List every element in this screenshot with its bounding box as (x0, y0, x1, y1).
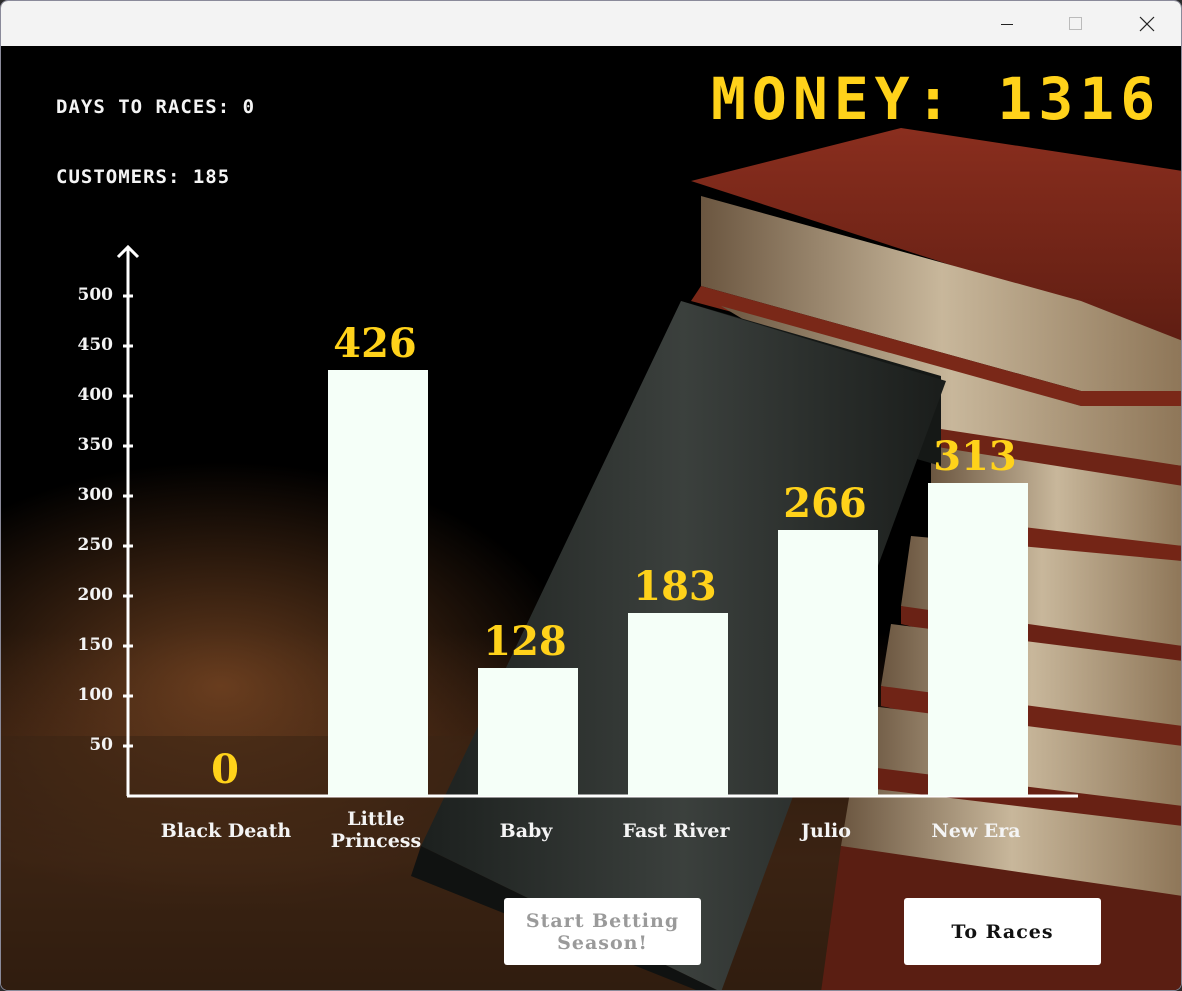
bar-value-label: 426 (333, 320, 417, 367)
title-bar (1, 1, 1181, 46)
bar-category-label: Julio (801, 820, 851, 842)
bar (778, 530, 878, 796)
bar-category-label: New Era (931, 820, 1021, 842)
game-window: DAYS TO RACES: 0 CUSTOMERS: 185 MONEY: 1… (0, 0, 1182, 991)
bar (628, 613, 728, 796)
bar-value-label: 183 (633, 563, 717, 610)
bar (478, 668, 578, 796)
bar-value-label: 266 (783, 480, 867, 527)
bar-category-label: Little Princess (330, 808, 422, 852)
close-button[interactable] (1117, 1, 1177, 46)
bar (328, 370, 428, 796)
y-tick-label: 150 (77, 635, 114, 655)
maximize-button[interactable] (1045, 1, 1105, 46)
y-tick-label: 250 (77, 535, 114, 555)
game-canvas: DAYS TO RACES: 0 CUSTOMERS: 185 MONEY: 1… (1, 46, 1181, 990)
bar-value-label: 0 (211, 746, 239, 793)
minimize-button[interactable] (977, 1, 1037, 46)
y-tick-label: 400 (77, 385, 114, 405)
bar-category-label: Baby (499, 820, 553, 842)
to-races-button[interactable]: To Races (904, 898, 1101, 965)
bar-category-label: Black Death (160, 820, 292, 842)
maximize-icon (1069, 16, 1082, 30)
minimize-icon (1001, 23, 1013, 25)
bar-value-label: 313 (933, 433, 1017, 480)
bar-value-label: 128 (483, 618, 567, 665)
bar-category-label: Fast River (622, 820, 730, 842)
y-tick-label: 450 (77, 335, 114, 355)
bar (928, 483, 1028, 796)
bar-chart (116, 244, 1078, 798)
y-tick-label: 350 (77, 435, 114, 455)
start-betting-season-button[interactable]: Start Betting Season! (504, 898, 701, 965)
y-tick-label: 100 (77, 685, 114, 705)
y-tick-label: 500 (77, 285, 114, 305)
y-tick-label: 200 (77, 585, 114, 605)
y-tick-label: 300 (77, 485, 114, 505)
close-icon (1139, 16, 1155, 31)
y-tick-label: 50 (89, 735, 113, 755)
